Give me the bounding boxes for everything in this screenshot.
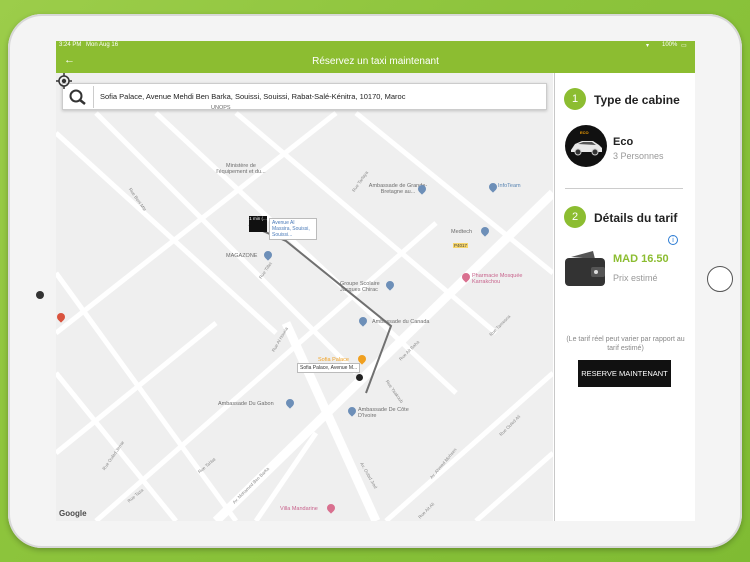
wifi-icon: ▾	[646, 43, 650, 49]
map-roads	[56, 111, 553, 521]
end-marker-icon	[356, 374, 363, 381]
road	[94, 111, 358, 375]
status-time: 3:24 PM	[59, 42, 82, 48]
place-label: Ambassade De Côte D'Ivoire	[358, 407, 409, 419]
road	[474, 451, 553, 521]
nav-bar: ← Réservez un taxi maintenant	[56, 51, 695, 73]
wallet-icon	[565, 251, 605, 286]
road	[384, 371, 553, 521]
status-battery: 100%	[662, 42, 678, 48]
map-view[interactable]: Sofia Palace, Avenue Mehdi Ben Barka, So…	[56, 73, 553, 521]
camera-icon	[36, 291, 44, 299]
place-label: Ministère de l'équipement et du...	[216, 163, 266, 175]
my-location-icon[interactable]	[56, 73, 72, 89]
end-address-bubble[interactable]: Sofia Palace, Avenue M...	[297, 363, 361, 373]
app-screen: 3:24 PM Mon Aug 16 ▾ 100% ▭ ← Réservez u…	[56, 41, 695, 521]
place-label: Villa Mandarine	[280, 506, 318, 512]
divider	[565, 188, 683, 189]
fare-details-title: Détails du tarif	[594, 211, 678, 225]
booking-panel: 1 Type de cabine ECO Eco 3 Personnes 2 D…	[554, 73, 695, 521]
place-label: Medtech	[451, 229, 473, 235]
status-date: Mon Aug 16	[86, 42, 119, 48]
place-label: MAGAZONE	[226, 253, 258, 259]
place-label: InfoTeam	[498, 183, 521, 189]
google-logo: Google	[59, 509, 87, 518]
estimated-price: MAD 16.50	[613, 253, 669, 265]
estimated-price-label: Prix estimé	[613, 273, 658, 283]
home-button[interactable]	[707, 266, 733, 292]
start-address-bubble[interactable]: Avenue Al Massira, Souissi, Souissi...	[269, 218, 317, 240]
road-number-badge: P4017	[453, 243, 469, 248]
road	[56, 321, 218, 455]
status-bar: 3:24 PM Mon Aug 16 ▾ 100% ▭	[56, 41, 695, 51]
cabin-type-title: Type de cabine	[594, 93, 680, 107]
end-place-label: Sofia Palace	[318, 357, 349, 363]
fare-note: (Le tarif réel peut varier par rapport a…	[566, 336, 685, 352]
major-road	[281, 321, 381, 521]
cabin-capacity: 3 Personnes	[613, 151, 664, 161]
page-title: Réservez un taxi maintenant	[312, 56, 439, 67]
step-badge: 1	[564, 88, 586, 110]
place-label: Pharmacie Mosquée Karrakchou	[472, 273, 523, 285]
info-icon[interactable]: i	[668, 235, 678, 245]
place-label: Ambassade du Canada	[372, 319, 430, 325]
start-marker-label: 1 min (...	[249, 216, 267, 232]
search-divider	[93, 86, 94, 108]
car-icon	[571, 141, 602, 156]
search-input[interactable]: Sofia Palace, Avenue Mehdi Ben Barka, So…	[100, 92, 405, 101]
step-badge: 2	[564, 206, 586, 228]
place-label: UNOPS	[211, 105, 231, 111]
car-avatar[interactable]: ECO	[565, 125, 607, 167]
reserve-now-button[interactable]: RESERVE MAINTENANT	[578, 360, 671, 387]
search-bar[interactable]: Sofia Palace, Avenue Mehdi Ben Barka, So…	[62, 83, 547, 110]
battery-icon: ▭	[681, 43, 687, 49]
place-label: Ambassade Du Gabon	[218, 401, 274, 407]
search-icon[interactable]	[68, 88, 88, 106]
cabin-name: Eco	[613, 136, 634, 148]
